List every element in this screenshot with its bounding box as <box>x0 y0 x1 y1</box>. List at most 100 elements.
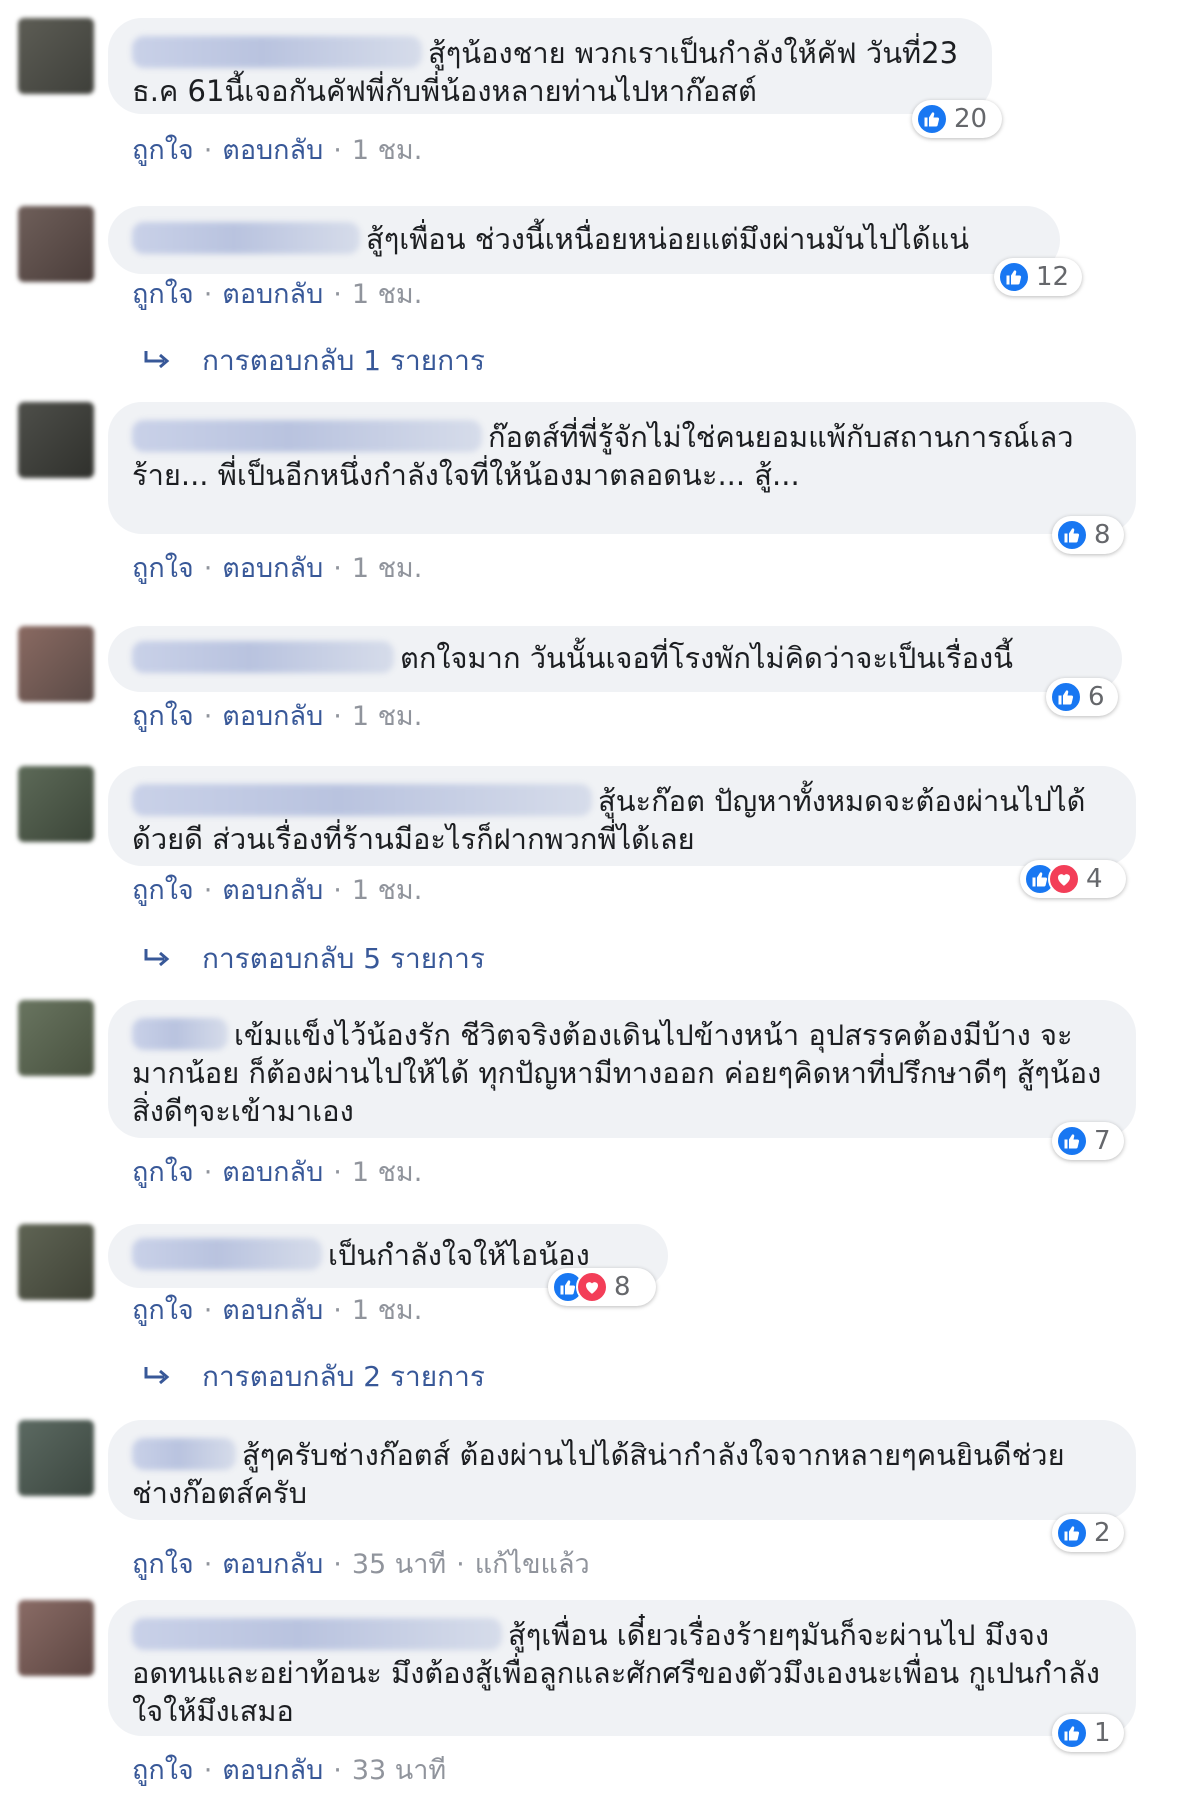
reaction-summary[interactable]: 1 <box>1052 1714 1124 1752</box>
like-button[interactable]: ถูกใจ <box>132 875 194 906</box>
comment-bubble: เข้มแข็งไว้น้องรัก ชีวิตจริงต้องเดินไปข้… <box>108 1000 1136 1138</box>
comment-timestamp[interactable]: 1 ชม. <box>352 701 422 732</box>
like-button[interactable]: ถูกใจ <box>132 1157 194 1188</box>
avatar[interactable] <box>18 1420 94 1496</box>
heart-icon <box>576 1271 608 1303</box>
reaction-count: 7 <box>1094 1126 1111 1156</box>
reaction-count: 20 <box>954 104 988 134</box>
thumbs-up-icon <box>1056 519 1088 551</box>
comment-bubble: ตกใจมาก วันนั้นเจอที่โรงพักไม่คิดว่าจะเป… <box>108 626 1122 692</box>
reply-button[interactable]: ตอบกลับ <box>222 1295 323 1326</box>
comment-timestamp[interactable]: 1 ชม. <box>352 279 422 310</box>
reaction-summary[interactable]: 8 <box>548 1268 656 1306</box>
author-name-blurred[interactable] <box>132 784 592 816</box>
separator: · <box>203 1755 213 1786</box>
avatar[interactable] <box>18 626 94 702</box>
comment-timestamp[interactable]: 33 นาที <box>352 1755 446 1786</box>
reaction-summary[interactable]: 7 <box>1052 1122 1124 1160</box>
reaction-summary[interactable]: 2 <box>1052 1514 1124 1552</box>
comment-actions: ถูกใจ · ตอบกลับ · 1 ชม. <box>132 700 422 734</box>
comment-bubble: สู้ๆเพื่อน เดี๋ยวเรื่องร้ายๆมันก็จะผ่านไ… <box>108 1600 1136 1736</box>
author-name-blurred[interactable] <box>132 1618 502 1650</box>
comment-text: สู้นะก๊อต ปัญหาทั้งหมดจะต้องผ่านไปได้ด้ว… <box>132 782 1106 858</box>
comment-timestamp[interactable]: 1 ชม. <box>352 1157 422 1188</box>
heart-icon <box>1048 863 1080 895</box>
comment-timestamp[interactable]: 1 ชม. <box>352 875 422 906</box>
author-name-blurred[interactable] <box>132 641 394 673</box>
comment-timestamp[interactable]: 1 ชม. <box>352 1295 422 1326</box>
reaction-summary[interactable]: 12 <box>994 258 1082 296</box>
reaction-summary[interactable]: 8 <box>1052 516 1124 554</box>
reply-arrow-icon <box>144 351 170 369</box>
avatar[interactable] <box>18 1000 94 1076</box>
avatar[interactable] <box>18 766 94 842</box>
separator: · <box>203 1157 213 1188</box>
author-name-blurred[interactable] <box>132 1438 236 1470</box>
author-name-blurred[interactable] <box>132 222 360 254</box>
avatar[interactable] <box>18 1600 94 1676</box>
reaction-count: 8 <box>1094 520 1111 550</box>
comment-timestamp[interactable]: 35 นาที <box>352 1549 446 1580</box>
like-button[interactable]: ถูกใจ <box>132 279 194 310</box>
reaction-summary[interactable]: 20 <box>912 100 1002 138</box>
comment-bubble: สู้ๆเพื่อน ช่วงนี้เหนื่อยหน่อยแต่มึงผ่าน… <box>108 206 1060 274</box>
separator: · <box>456 1549 465 1580</box>
comment-bubble: สู้นะก๊อต ปัญหาทั้งหมดจะต้องผ่านไปได้ด้ว… <box>108 766 1136 866</box>
reaction-count: 12 <box>1036 262 1070 292</box>
thumbs-up-icon <box>1050 681 1082 713</box>
like-button[interactable]: ถูกใจ <box>132 1755 194 1786</box>
avatar[interactable] <box>18 18 94 94</box>
like-button[interactable]: ถูกใจ <box>132 135 194 166</box>
reaction-summary[interactable]: 4 <box>1020 860 1126 898</box>
separator: · <box>203 1295 213 1326</box>
view-replies-link[interactable]: การตอบกลับ 2 รายการ <box>140 1360 485 1394</box>
view-replies-link[interactable]: การตอบกลับ 5 รายการ <box>140 942 485 976</box>
reply-button[interactable]: ตอบกลับ <box>222 701 323 732</box>
reply-button[interactable]: ตอบกลับ <box>222 279 323 310</box>
edited-label[interactable]: แก้ไขแล้ว <box>475 1549 590 1580</box>
avatar[interactable] <box>18 402 94 478</box>
comment-actions: ถูกใจ · ตอบกลับ · 35 นาที · แก้ไขแล้ว <box>132 1548 590 1582</box>
separator: · <box>203 875 213 906</box>
comment-thread: สู้ๆน้องชาย พวกเราเป็นกำลังให้คัฟ วันที่… <box>0 0 1200 1799</box>
reply-button[interactable]: ตอบกลับ <box>222 1755 323 1786</box>
reply-button[interactable]: ตอบกลับ <box>222 1157 323 1188</box>
reply-button[interactable]: ตอบกลับ <box>222 875 323 906</box>
separator: · <box>333 279 342 310</box>
like-button[interactable]: ถูกใจ <box>132 701 194 732</box>
reaction-count: 2 <box>1094 1518 1111 1548</box>
separator: · <box>333 875 342 906</box>
like-button[interactable]: ถูกใจ <box>132 1549 194 1580</box>
view-replies-label: การตอบกลับ 5 รายการ <box>202 942 485 975</box>
comment-body: ตกใจมาก วันนั้นเจอที่โรงพักไม่คิดว่าจะเป… <box>400 641 1014 675</box>
thumbs-up-icon <box>916 103 948 135</box>
comment-text: เข้มแข็งไว้น้องรัก ชีวิตจริงต้องเดินไปข้… <box>132 1016 1106 1130</box>
like-button[interactable]: ถูกใจ <box>132 1295 194 1326</box>
separator: · <box>203 135 213 166</box>
comment-bubble: สู้ๆน้องชาย พวกเราเป็นกำลังให้คัฟ วันที่… <box>108 18 992 114</box>
reply-arrow-icon <box>144 949 170 967</box>
comment-timestamp[interactable]: 1 ชม. <box>352 553 422 584</box>
author-name-blurred[interactable] <box>132 420 482 452</box>
author-name-blurred[interactable] <box>132 1238 322 1270</box>
reaction-summary[interactable]: 6 <box>1046 678 1118 716</box>
comment-actions: ถูกใจ · ตอบกลับ · 1 ชม. <box>132 1294 422 1328</box>
avatar[interactable] <box>18 1224 94 1300</box>
separator: · <box>203 1549 213 1580</box>
separator: · <box>333 135 342 166</box>
view-replies-link[interactable]: การตอบกลับ 1 รายการ <box>140 344 485 378</box>
thumbs-up-icon <box>998 261 1030 293</box>
reply-button[interactable]: ตอบกลับ <box>222 135 323 166</box>
comment-timestamp[interactable]: 1 ชม. <box>352 135 422 166</box>
avatar[interactable] <box>18 206 94 282</box>
separator: · <box>333 1549 342 1580</box>
author-name-blurred[interactable] <box>132 36 422 68</box>
comment-text: สู้ๆเพื่อน เดี๋ยวเรื่องร้ายๆมันก็จะผ่านไ… <box>132 1616 1106 1730</box>
reply-button[interactable]: ตอบกลับ <box>222 553 323 584</box>
author-name-blurred[interactable] <box>132 1018 228 1050</box>
reply-button[interactable]: ตอบกลับ <box>222 1549 323 1580</box>
comment-actions: ถูกใจ · ตอบกลับ · 33 นาที <box>132 1754 446 1788</box>
view-replies-label: การตอบกลับ 1 รายการ <box>202 344 485 377</box>
like-button[interactable]: ถูกใจ <box>132 553 194 584</box>
comment-text: สู้ๆน้องชาย พวกเราเป็นกำลังให้คัฟ วันที่… <box>132 34 962 110</box>
